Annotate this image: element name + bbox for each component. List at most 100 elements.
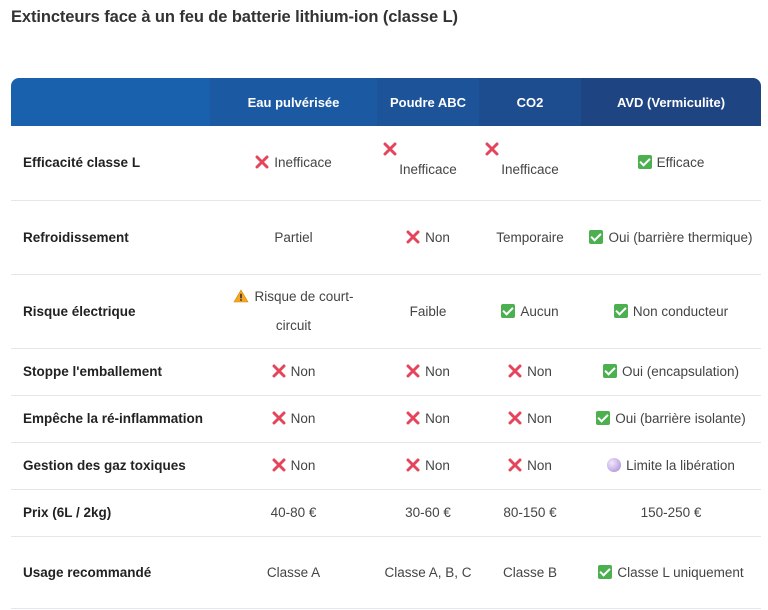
cell-text: Classe B: [502, 564, 558, 580]
cell-text: Classe A: [266, 564, 321, 580]
cross-icon: [383, 142, 473, 156]
cell-text: Faible: [409, 303, 447, 319]
cell-text: Non: [425, 458, 450, 473]
table-cell: Classe A, B, C: [377, 536, 479, 609]
cell-text: Non: [425, 364, 450, 379]
table-cell: Classe B: [479, 536, 581, 609]
row-label: Prix (6L / 2kg): [11, 489, 210, 537]
cell-text: Non: [290, 411, 316, 426]
row-label: Usage recommandé: [11, 536, 210, 609]
cross-icon: [508, 458, 522, 472]
cell-text: 80-150 €: [503, 505, 557, 520]
cell-text: 40-80 €: [270, 505, 317, 520]
table-cell: 80-150 €: [479, 489, 581, 537]
cell-text: Efficace: [656, 155, 705, 171]
cell-text: Non: [527, 458, 552, 473]
table-cell: Inefficace: [210, 126, 377, 201]
row-label: Stoppe l'emballement: [11, 348, 210, 396]
column-header-poudre: Poudre ABC: [377, 78, 479, 126]
cell-text: Classe L uniquement: [617, 564, 744, 580]
check-icon: [596, 411, 611, 425]
cell-text: Classe A, B, C: [384, 564, 472, 580]
table-cell: Non: [210, 442, 377, 490]
cross-icon: [406, 411, 420, 425]
cross-icon: [406, 364, 420, 378]
cell-text: Non: [425, 411, 450, 426]
row-label: Efficacité classe L: [11, 126, 210, 201]
table-row: Refroidissement Partiel Non Temporaire Oui (…: [11, 200, 761, 275]
check-icon: [613, 303, 628, 318]
cross-icon: [272, 411, 286, 425]
check-icon: [589, 229, 604, 244]
warning-icon: [233, 285, 249, 312]
cell-text: Non conducteur: [632, 303, 729, 319]
table-cell: Limite la libération: [581, 442, 761, 490]
table-body: Efficacité classe L Inefficace Inefficace I…: [11, 126, 761, 609]
table-row: Gestion des gaz toxiques Non Non Non Limite …: [11, 442, 761, 490]
table-cell: Inefficace: [479, 126, 581, 201]
cross-icon: [272, 458, 286, 472]
table-header: Eau pulvérisée Poudre ABC CO2 AVD (Vermi…: [11, 78, 761, 126]
table-row: Prix (6L / 2kg) 40-80 € 30-60 € 80-150 € 150…: [11, 489, 761, 537]
cell-text: 30-60 €: [405, 505, 451, 520]
table-row: Usage recommandé Classe A Classe A, B, C Cl…: [11, 536, 761, 609]
table-cell: Classe L uniquement: [581, 536, 761, 609]
table-cell: Non: [479, 395, 581, 443]
cross-icon: [508, 364, 522, 378]
comparison-table: Eau pulvérisée Poudre ABC CO2 AVD (Vermi…: [11, 78, 761, 609]
row-label: Risque électrique: [11, 274, 210, 349]
cell-text: Non: [290, 458, 316, 473]
table-cell: Non: [210, 395, 377, 443]
table-row: Efficacité classe L Inefficace Inefficace I…: [11, 126, 761, 201]
table-cell: 30-60 €: [377, 489, 479, 537]
check-icon: [501, 303, 516, 318]
table-cell: Partiel: [210, 200, 377, 275]
table-cell: 150-250 €: [581, 489, 761, 537]
cross-icon: [406, 230, 420, 244]
table-cell: Non: [377, 348, 479, 396]
cell-text: Oui (encapsulation): [621, 364, 740, 379]
cell-text: Non: [290, 364, 316, 379]
cell-text: Inefficace: [501, 162, 559, 178]
cross-icon: [255, 155, 269, 169]
cross-icon: [508, 411, 522, 425]
cross-icon: [406, 458, 420, 472]
table-cell: Inefficace: [377, 126, 479, 201]
cell-text: Limite la libération: [626, 458, 735, 473]
table-cell: Non: [377, 395, 479, 443]
cell-text: Non: [527, 411, 552, 426]
table-row: Stoppe l'emballement Non Non Non Oui (encaps…: [11, 348, 761, 396]
cell-text: Partiel: [274, 229, 313, 245]
table-cell: Efficace: [581, 126, 761, 201]
table-cell: Non conducteur: [581, 274, 761, 349]
cell-text: Inefficace: [399, 162, 457, 178]
row-label: Refroidissement: [11, 200, 210, 275]
table-cell: Risque de court-circuit: [210, 274, 377, 349]
cell-text: Inefficace: [274, 155, 332, 171]
table-cell: Non: [210, 348, 377, 396]
table-cell: Oui (barrière thermique): [581, 200, 761, 275]
table-cell: Non: [377, 200, 479, 275]
cell-text: Aucun: [520, 303, 559, 319]
cell-text: Temporaire: [496, 229, 564, 245]
check-icon: [598, 564, 613, 579]
cell-text: Oui (barrière isolante): [615, 411, 746, 426]
column-header-co2: CO2: [479, 78, 581, 126]
cross-icon: [272, 364, 286, 378]
purple-circle-icon: [607, 458, 622, 472]
table-cell: Non: [479, 442, 581, 490]
column-header-label: [11, 78, 210, 126]
table-cell: Non: [479, 348, 581, 396]
row-label: Gestion des gaz toxiques: [11, 442, 210, 490]
cross-icon: [485, 142, 575, 156]
row-label: Empêche la ré-inflammation: [11, 395, 210, 443]
header-row: Eau pulvérisée Poudre ABC CO2 AVD (Vermi…: [11, 78, 761, 126]
table-cell: Oui (barrière isolante): [581, 395, 761, 443]
table-cell: Non: [377, 442, 479, 490]
table-cell: Classe A: [210, 536, 377, 609]
table-cell: Faible: [377, 274, 479, 349]
check-icon: [602, 364, 617, 378]
cell-text: 150-250 €: [640, 505, 702, 520]
column-header-avd: AVD (Vermiculite): [581, 78, 761, 126]
cell-text: Oui (barrière thermique): [608, 229, 753, 245]
